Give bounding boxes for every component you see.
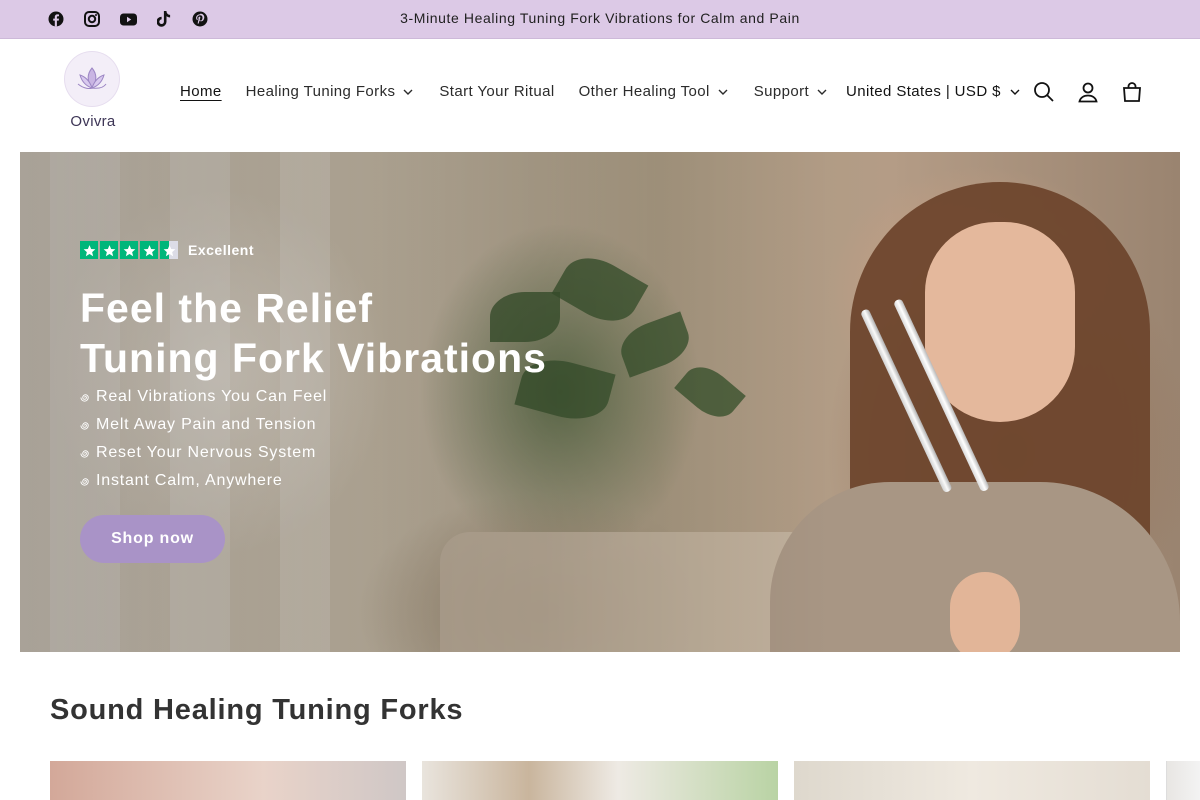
site-header: Ovivra Home Healing Tuning Forks Start Y… (0, 40, 1200, 144)
country-selector-label: United States | USD $ (846, 83, 1001, 100)
star-icon (80, 241, 98, 259)
rating-stars (80, 241, 178, 259)
collection-title: Sound Healing Tuning Forks (50, 694, 464, 726)
announcement-text[interactable]: 3-Minute Healing Tuning Fork Vibrations … (0, 10, 1200, 26)
nav-item-label: Support (753, 83, 810, 100)
nav-item-healing-tuning-forks[interactable]: Healing Tuning Forks (246, 83, 416, 100)
spiral-icon (80, 475, 92, 487)
hero-title-line-1: Feel the Relief (80, 285, 373, 331)
benefit-text: Instant Calm, Anywhere (96, 472, 283, 489)
product-card-image[interactable] (1166, 761, 1200, 800)
nav-item-home[interactable]: Home (180, 83, 222, 100)
hero-benefits-list: Real Vibrations You Can Feel Melt Away P… (80, 383, 327, 495)
nav-item-label: Healing Tuning Forks (245, 83, 396, 100)
chevron-down-icon (817, 86, 829, 98)
product-card-image[interactable] (422, 761, 778, 800)
main-nav: Home Healing Tuning Forks Start Your Rit… (180, 83, 853, 100)
hero-banner: Excellent Feel the Relief Tuning Fork Vi… (20, 152, 1180, 652)
star-half-icon (160, 241, 178, 259)
chevron-down-icon (718, 86, 730, 98)
nav-item-start-your-ritual[interactable]: Start Your Ritual (439, 83, 554, 100)
hero-title-line-2: Tuning Fork Vibrations (80, 335, 547, 381)
shop-now-button[interactable]: Shop now (80, 515, 225, 563)
spiral-icon (80, 391, 92, 403)
benefit-item: Reset Your Nervous System (80, 439, 327, 467)
benefit-text: Reset Your Nervous System (96, 444, 317, 461)
benefit-item: Melt Away Pain and Tension (80, 411, 327, 439)
rating-label: Excellent (188, 242, 254, 258)
announcement-bar: 3-Minute Healing Tuning Fork Vibrations … (0, 0, 1200, 39)
star-icon (100, 241, 118, 259)
star-icon (140, 241, 158, 259)
search-icon[interactable] (1032, 80, 1056, 104)
nav-item-label: Other Healing Tool (578, 83, 710, 100)
logo-text: Ovivra (70, 113, 116, 130)
chevron-down-icon (1010, 86, 1022, 98)
country-selector[interactable]: United States | USD $ (846, 83, 1022, 100)
benefit-text: Melt Away Pain and Tension (96, 416, 317, 433)
nav-item-support[interactable]: Support (754, 83, 829, 100)
trustpilot-rating: Excellent (80, 241, 254, 259)
lotus-icon (65, 52, 119, 106)
product-card-image[interactable] (794, 761, 1150, 800)
star-icon (120, 241, 138, 259)
benefit-item: Instant Calm, Anywhere (80, 467, 327, 495)
nav-item-label: Home (180, 83, 222, 100)
benefit-text: Real Vibrations You Can Feel (96, 388, 328, 405)
spiral-icon (80, 419, 92, 431)
hero-title: Feel the Relief Tuning Fork Vibrations (80, 283, 700, 383)
nav-item-other-healing-tool[interactable]: Other Healing Tool (579, 83, 730, 100)
cart-icon[interactable] (1120, 80, 1144, 104)
chevron-down-icon (403, 86, 415, 98)
account-icon[interactable] (1076, 80, 1100, 104)
logo[interactable]: Ovivra (62, 50, 124, 130)
spiral-icon (80, 447, 92, 459)
product-card-image[interactable] (50, 761, 406, 800)
nav-item-label: Start Your Ritual (439, 83, 555, 100)
benefit-item: Real Vibrations You Can Feel (80, 383, 327, 411)
